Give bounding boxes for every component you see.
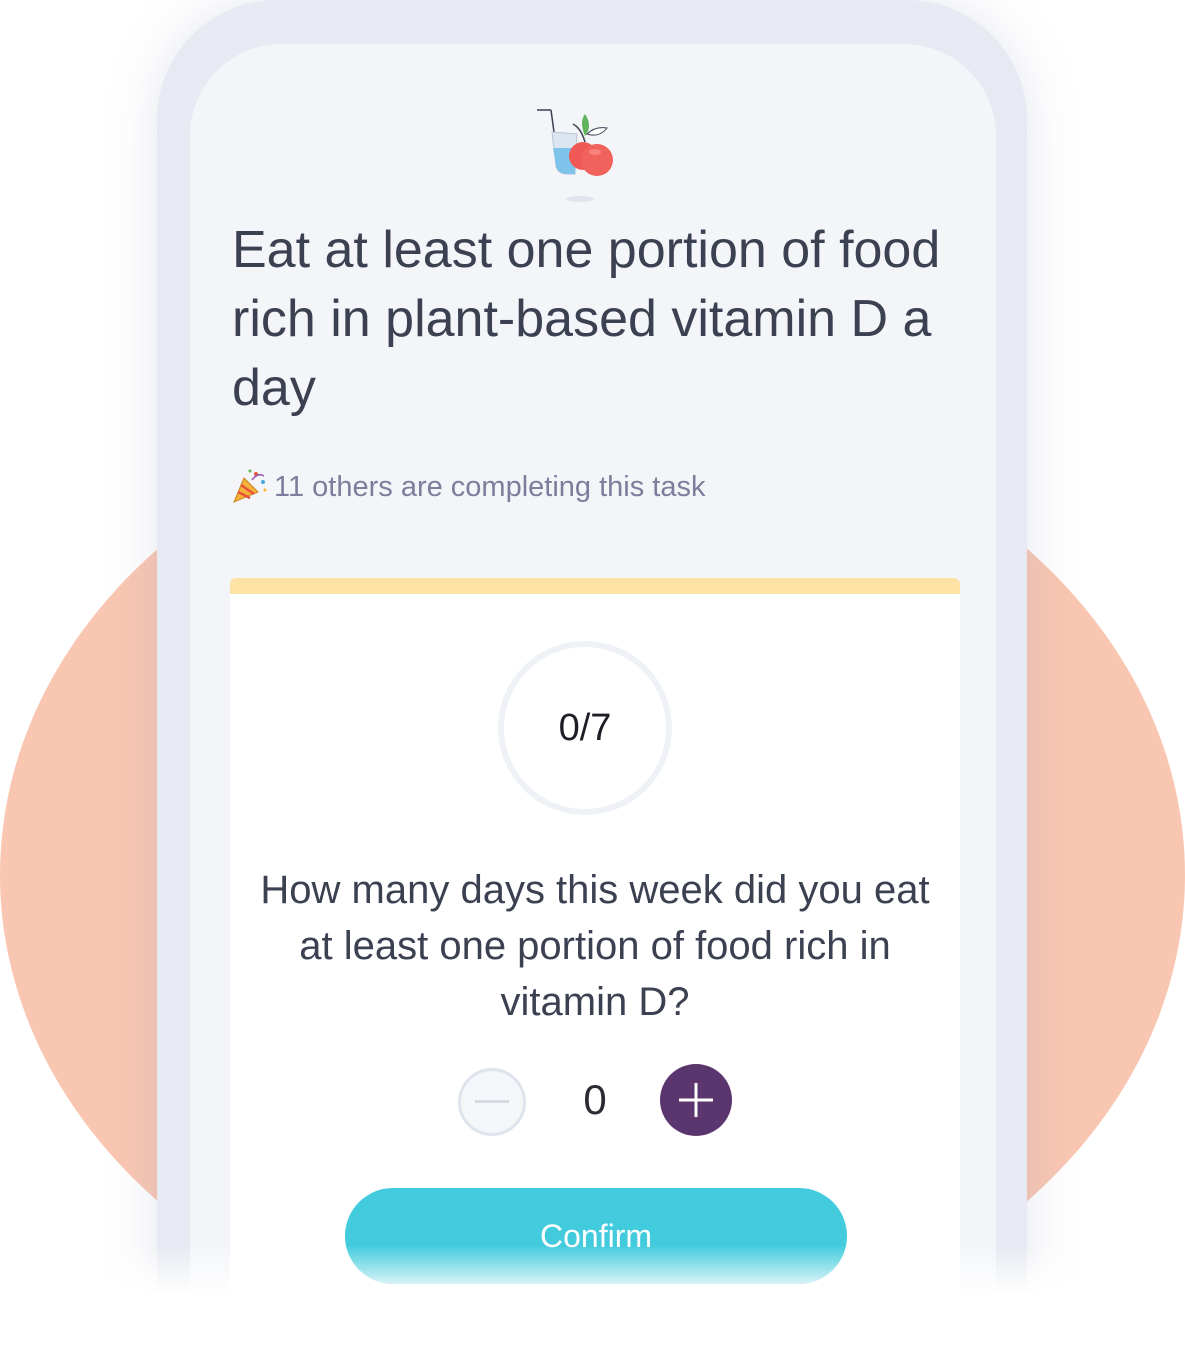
phone-screen: Eat at least one portion of food rich in… [190,44,996,1304]
increment-button[interactable] [660,1064,732,1136]
social-proof-text: 11 others are completing this task [274,470,706,503]
minus-icon [475,1100,509,1103]
progress-label: 0/7 [558,706,612,749]
decrement-button[interactable] [458,1068,526,1136]
party-popper-icon [233,469,267,503]
days-stepper: 0 [458,1064,732,1142]
bottom-fade [0,1245,1185,1355]
stepper-value: 0 [583,1076,607,1123]
tracking-card: 0/7 How many days this week did you eat … [230,578,960,1304]
progress-ring: 0/7 [498,641,672,815]
plus-icon [679,1083,713,1117]
card-accent-bar [230,578,960,594]
glass-and-apple-icon [537,109,613,202]
question-text: How many days this week did you eat at l… [260,868,930,1024]
task-title: Eat at least one portion of food rich in… [232,221,941,417]
social-proof: 11 others are completing this task [230,468,705,506]
